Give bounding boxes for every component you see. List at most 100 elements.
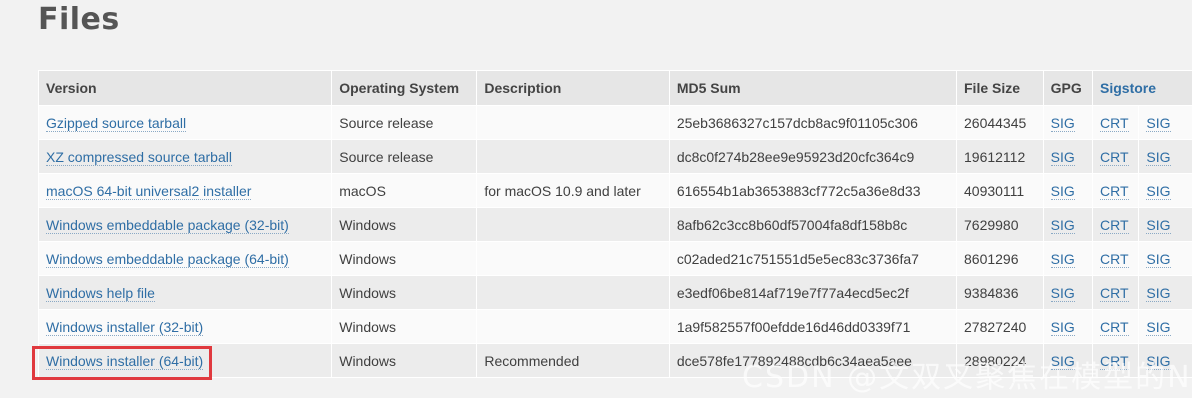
os-cell: macOS	[331, 173, 478, 208]
description-cell: for macOS 10.9 and later	[476, 173, 670, 208]
gpg-sig-link[interactable]: SIG	[1050, 318, 1075, 336]
md5-cell: e3edf06be814af719e7f77a4ecd5ec2f	[668, 275, 958, 310]
file-size-cell: 27827240	[956, 309, 1044, 344]
file-size-cell: 28980224	[956, 343, 1044, 378]
sigstore-crt-cell: CRT	[1092, 207, 1140, 242]
header-operating-system: Operating System	[331, 70, 478, 106]
sigstore-sig-link[interactable]: SIG	[1146, 318, 1171, 336]
sigstore-crt-cell: CRT	[1092, 309, 1140, 344]
sigstore-crt-link[interactable]: CRT	[1100, 114, 1129, 132]
sigstore-sig-link[interactable]: SIG	[1146, 352, 1171, 370]
header-file-size: File Size	[956, 70, 1044, 106]
file-size-cell: 40930111	[956, 173, 1044, 208]
gpg-sig-cell: SIG	[1042, 275, 1094, 310]
gpg-sig-link[interactable]: SIG	[1050, 182, 1075, 200]
md5-cell: 616554b1ab3653883cf772c5a36e8d33	[668, 173, 958, 208]
sigstore-sig-link[interactable]: SIG	[1146, 216, 1171, 234]
md5-cell: dc8c0f274b28ee9e95923d20cfc364c9	[668, 139, 958, 174]
sigstore-crt-link[interactable]: CRT	[1100, 284, 1129, 302]
gpg-sig-cell: SIG	[1042, 309, 1094, 344]
version-cell: Windows embeddable package (64-bit)	[37, 241, 333, 276]
sigstore-sig-cell: SIG	[1138, 173, 1192, 208]
table-row: Windows embeddable package (32-bit) Windo…	[37, 207, 1192, 242]
sigstore-crt-cell: CRT	[1092, 105, 1140, 140]
sigstore-crt-link[interactable]: CRT	[1100, 250, 1129, 268]
md5-cell: c02aded21c751551d5e5ec83c3736fa7	[668, 241, 958, 276]
os-cell: Windows	[331, 275, 478, 310]
sigstore-sig-link[interactable]: SIG	[1146, 148, 1171, 166]
sigstore-crt-link[interactable]: CRT	[1100, 182, 1129, 200]
version-cell: Windows embeddable package (32-bit)	[37, 207, 333, 242]
sigstore-sig-cell: SIG	[1138, 241, 1192, 276]
table-row: Gzipped source tarball Source release 25eb…	[37, 105, 1192, 140]
sigstore-crt-link[interactable]: CRT	[1100, 352, 1129, 370]
gpg-sig-link[interactable]: SIG	[1050, 148, 1075, 166]
version-link[interactable]: Windows embeddable package (64-bit)	[46, 250, 289, 268]
version-cell: Gzipped source tarball	[37, 105, 333, 140]
sigstore-sig-cell: SIG	[1138, 105, 1192, 140]
os-cell: Windows	[331, 241, 478, 276]
version-link[interactable]: Windows embeddable package (32-bit)	[46, 216, 289, 234]
sigstore-sig-link[interactable]: SIG	[1146, 250, 1171, 268]
version-link[interactable]: Gzipped source tarball	[46, 114, 187, 132]
description-cell	[476, 241, 670, 276]
sigstore-crt-cell: CRT	[1092, 275, 1140, 310]
files-table: Version Operating System Description MD5…	[37, 70, 1192, 378]
gpg-sig-cell: SIG	[1042, 207, 1094, 242]
file-size-cell: 9384836	[956, 275, 1044, 310]
file-size-cell: 26044345	[956, 105, 1044, 140]
gpg-sig-link[interactable]: SIG	[1050, 352, 1075, 370]
header-sigstore: Sigstore	[1092, 70, 1192, 106]
table-row: XZ compressed source tarball Source relea…	[37, 139, 1192, 174]
description-cell	[476, 275, 670, 310]
os-cell: Windows	[331, 207, 478, 242]
description-cell	[476, 105, 670, 140]
gpg-sig-link[interactable]: SIG	[1050, 284, 1075, 302]
sigstore-crt-link[interactable]: CRT	[1100, 216, 1129, 234]
version-cell: Windows help file	[37, 275, 333, 310]
sigstore-crt-link[interactable]: CRT	[1100, 148, 1129, 166]
version-cell: XZ compressed source tarball	[37, 139, 333, 174]
os-cell: Source release	[331, 139, 478, 174]
sigstore-sig-link[interactable]: SIG	[1146, 284, 1171, 302]
version-link[interactable]: XZ compressed source tarball	[46, 148, 232, 166]
sigstore-link[interactable]: Sigstore	[1100, 80, 1156, 96]
gpg-sig-cell: SIG	[1042, 343, 1094, 378]
table-row: Windows embeddable package (64-bit) Windo…	[37, 241, 1192, 276]
gpg-sig-cell: SIG	[1042, 139, 1094, 174]
header-version: Version	[37, 70, 333, 106]
gpg-sig-cell: SIG	[1042, 173, 1094, 208]
description-cell	[476, 207, 670, 242]
version-link[interactable]: macOS 64-bit universal2 installer	[46, 182, 252, 200]
sigstore-sig-cell: SIG	[1138, 207, 1192, 242]
md5-cell: 8afb62c3cc8b60df57004fa8df158b8c	[668, 207, 958, 242]
file-size-cell: 8601296	[956, 241, 1044, 276]
table-row: macOS 64-bit universal2 installer macOS fo…	[37, 173, 1192, 208]
md5-cell: 1a9f582557f00efdde16d46dd0339f71	[668, 309, 958, 344]
gpg-sig-cell: SIG	[1042, 105, 1094, 140]
sigstore-sig-link[interactable]: SIG	[1146, 182, 1171, 200]
sigstore-sig-cell: SIG	[1138, 309, 1192, 344]
sigstore-crt-cell: CRT	[1092, 139, 1140, 174]
header-md5-sum: MD5 Sum	[668, 70, 958, 106]
version-cell: Windows installer (32-bit)	[37, 309, 333, 344]
description-cell: Recommended	[476, 343, 670, 378]
version-link[interactable]: Windows installer (32-bit)	[46, 318, 204, 336]
table-row: Windows help file Windows e3edf06be814af71…	[37, 275, 1192, 310]
version-link[interactable]: Windows help file	[46, 284, 155, 302]
gpg-sig-link[interactable]: SIG	[1050, 216, 1075, 234]
sigstore-sig-link[interactable]: SIG	[1146, 114, 1171, 132]
gpg-sig-link[interactable]: SIG	[1050, 250, 1075, 268]
os-cell: Source release	[331, 105, 478, 140]
header-gpg: GPG	[1042, 70, 1094, 106]
sigstore-sig-cell: SIG	[1138, 139, 1192, 174]
sigstore-sig-cell: SIG	[1138, 343, 1192, 378]
md5-cell: 25eb3686327c157dcb8ac9f01105c306	[668, 105, 958, 140]
gpg-sig-link[interactable]: SIG	[1050, 114, 1075, 132]
header-description: Description	[476, 70, 670, 106]
table-header-row: Version Operating System Description MD5…	[37, 70, 1192, 106]
highlight-box	[32, 346, 212, 380]
md5-cell: dce578fe177892488cdb6c34aea5aee	[668, 343, 958, 378]
description-cell	[476, 309, 670, 344]
sigstore-crt-link[interactable]: CRT	[1100, 318, 1129, 336]
